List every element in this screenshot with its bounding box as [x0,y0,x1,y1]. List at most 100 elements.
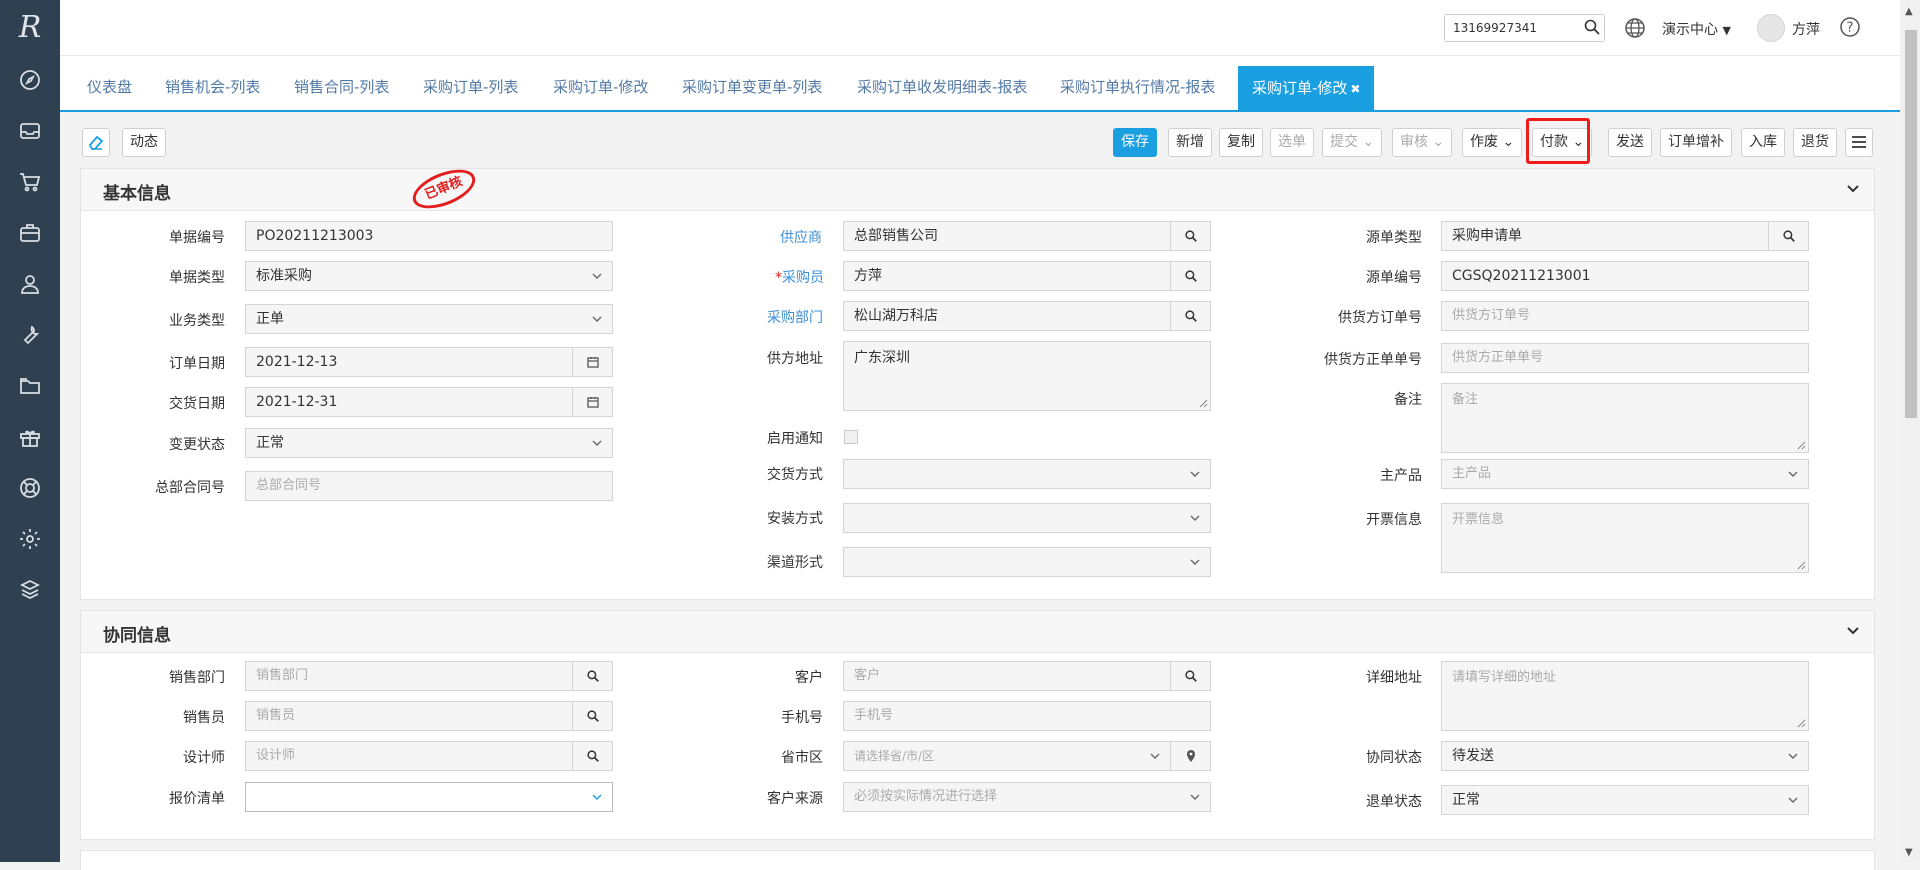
change-status-select[interactable]: 正常 [245,428,613,458]
tab-dashboard[interactable]: 仪表盘 [87,76,132,97]
phone-field[interactable]: 手机号 [843,701,1211,731]
stock-in-button[interactable]: 入库 [1741,128,1785,157]
return-status-select[interactable]: 正常 [1441,785,1809,815]
notify-checkbox[interactable] [844,430,858,444]
scroll-down-icon[interactable]: ▼ [1905,847,1913,858]
audit-button[interactable]: 审核 ⌄ [1392,128,1453,157]
supplier-label[interactable]: 供应商 [780,227,822,247]
search-input[interactable] [1445,15,1585,41]
resize-handle-icon[interactable] [1797,719,1806,728]
page-scrollbar[interactable]: ▲ ▼ [1900,0,1920,862]
return-button[interactable]: 退货 [1793,128,1837,157]
salesman-field[interactable]: 销售员 [245,701,613,731]
sidebar-item-briefcase[interactable] [0,207,60,258]
scroll-up-icon[interactable]: ▲ [1905,6,1913,17]
sidebar-item-gift[interactable] [0,411,60,462]
sidebar-item-dashboard[interactable] [0,54,60,105]
buyer-label[interactable]: *采购员 [775,267,824,287]
dynamic-button[interactable]: 动态 [122,128,166,157]
sidebar-item-modules[interactable] [0,564,60,615]
chevron-down-icon[interactable] [1846,624,1860,638]
dept-lookup-button[interactable] [1170,302,1210,330]
biz-type-select[interactable]: 正单 [245,304,613,334]
panel-header[interactable]: 基本信息 已审核 [81,161,1874,217]
globe-icon[interactable] [1624,17,1646,39]
buyer-field[interactable]: 方萍 [843,261,1211,291]
customer-source-select[interactable]: 必须按实际情况进行选择 [843,782,1211,812]
collab-status-select[interactable]: 待发送 [1441,741,1809,771]
chevron-down-icon[interactable] [1846,182,1860,196]
delivery-method-select[interactable] [843,459,1211,489]
quote-select[interactable] [245,782,613,812]
scrollbar-thumb[interactable] [1905,30,1917,418]
resize-handle-icon[interactable] [1797,441,1806,450]
tab-purchase-order-edit[interactable]: 采购订单-修改 [553,76,648,97]
install-method-select[interactable] [843,503,1211,533]
location-button[interactable] [1170,742,1210,770]
resize-handle-icon[interactable] [1797,561,1806,570]
tab-sales-opportunity-list[interactable]: 销售机会-列表 [165,76,260,97]
supplier-order-field[interactable]: 供货方订单号 [1441,301,1809,331]
doc-no-field[interactable]: PO20211213003 [245,221,613,251]
supplier-addr-field[interactable]: 广东深圳 [843,341,1211,411]
source-type-field[interactable]: 采购申请单 [1441,221,1809,251]
sidebar-item-user[interactable] [0,258,60,309]
erase-button[interactable] [82,128,110,157]
sales-dept-lookup-button[interactable] [572,662,612,690]
sidebar-item-tools[interactable] [0,309,60,360]
user-name[interactable]: 方萍 [1792,19,1820,39]
designer-field[interactable]: 设计师 [245,741,613,771]
resize-handle-icon[interactable] [1199,399,1208,408]
customer-field[interactable]: 客户 [843,661,1211,691]
buyer-lookup-button[interactable] [1170,262,1210,290]
calendar-button[interactable] [572,348,612,376]
avatar[interactable] [1757,14,1785,42]
sidebar-item-cart[interactable] [0,156,60,207]
source-no-field[interactable]: CGSQ20211213001 [1441,261,1809,291]
menu-button[interactable] [1845,128,1873,157]
submit-button[interactable]: 提交 ⌄ [1322,128,1383,157]
supplier-formal-field[interactable]: 供货方正单单号 [1441,343,1809,373]
hq-contract-field[interactable]: 总部合同号 [245,471,613,501]
designer-lookup-button[interactable] [572,742,612,770]
add-button[interactable]: 新增 [1168,128,1212,157]
sidebar-item-support[interactable] [0,462,60,513]
send-button[interactable]: 发送 [1608,128,1652,157]
order-date-field[interactable]: 2021-12-13 [245,347,613,377]
dept-field[interactable]: 松山湖万科店 [843,301,1211,331]
select-button[interactable]: 选单 [1270,128,1314,157]
void-button[interactable]: 作废 ⌄ [1462,128,1523,157]
tab-po-receipt-report[interactable]: 采购订单收发明细表-报表 [857,76,1027,97]
tab-po-change-list[interactable]: 采购订单变更单-列表 [682,76,822,97]
sidebar-item-folder[interactable] [0,360,60,411]
calendar-button[interactable] [572,388,612,416]
tab-purchase-order-list[interactable]: 采购订单-列表 [423,76,518,97]
help-icon[interactable]: ? [1839,16,1861,38]
doc-type-select[interactable]: 标准采购 [245,261,613,291]
invoice-field[interactable]: 开票信息 [1441,503,1809,573]
center-dropdown[interactable]: 演示中心 ▼ [1662,19,1731,39]
supplier-field[interactable]: 总部销售公司 [843,221,1211,251]
region-select[interactable]: 请选择省/市/区 [843,741,1211,771]
remark-field[interactable]: 备注 [1441,383,1809,453]
main-product-select[interactable]: 主产品 [1441,459,1809,489]
tab-po-execution-report[interactable]: 采购订单执行情况-报表 [1060,76,1215,97]
sidebar-item-inbox[interactable] [0,105,60,156]
panel-header[interactable]: 协同信息 [81,611,1874,653]
customer-lookup-button[interactable] [1170,662,1210,690]
dept-label[interactable]: 采购部门 [767,307,823,327]
address-field[interactable]: 请填写详细的地址 [1441,661,1809,731]
salesman-lookup-button[interactable] [572,702,612,730]
sales-dept-field[interactable]: 销售部门 [245,661,613,691]
save-button[interactable]: 保存 [1113,128,1157,157]
supplier-lookup-button[interactable] [1170,222,1210,250]
copy-button[interactable]: 复制 [1219,128,1263,157]
sidebar-item-settings[interactable] [0,513,60,564]
delivery-date-field[interactable]: 2021-12-31 [245,387,613,417]
tab-active-po-edit[interactable]: 采购订单-修改 ✖ [1238,66,1375,110]
supplement-button[interactable]: 订单增补 [1660,128,1732,157]
tab-sales-contract-list[interactable]: 销售合同-列表 [294,76,389,97]
channel-select[interactable] [843,547,1211,577]
search-icon[interactable] [1584,19,1600,35]
source-type-lookup-button[interactable] [1768,222,1808,250]
